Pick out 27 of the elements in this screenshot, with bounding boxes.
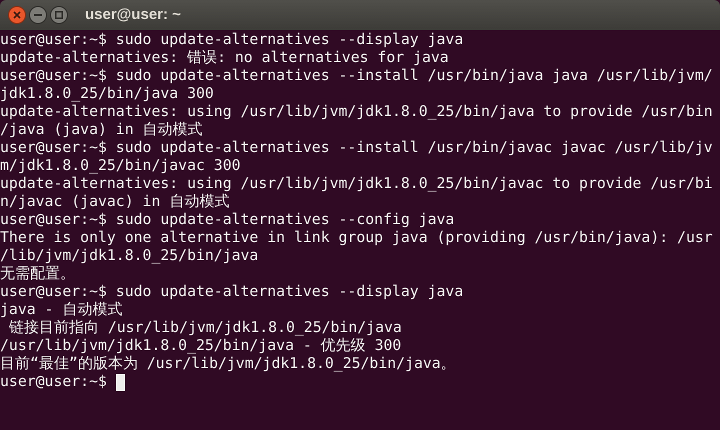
terminal-line: update-alternatives: 错误: no alternatives for java: [0, 49, 449, 67]
terminal-line: 链接目前指向 /usr/lib/jvm/jdk1.8.0_25/bin/java: [8, 319, 402, 337]
minimize-button[interactable]: [29, 6, 47, 24]
terminal-line: update-alternatives: using /usr/lib/jvm/jdk1.8.0_25/bin/java to provide /usr/bin: [0, 103, 713, 121]
terminal-line: java - 自动模式: [0, 301, 122, 319]
terminal-line: user@user:~$ sudo update-alternatives --config java: [0, 211, 454, 229]
terminal-line: jdk1.8.0_25/bin/java 300: [0, 85, 214, 103]
maximize-button[interactable]: [50, 6, 68, 24]
shell-prompt: user@user:~$: [0, 373, 107, 391]
terminal-line: n/javac (javac) in 自动模式: [0, 193, 230, 211]
terminal-line: 目前“最佳”的版本为 /usr/lib/jvm/jdk1.8.0_25/bin/java。: [0, 355, 456, 373]
terminal-line: /java (java) in 自动模式: [0, 121, 203, 139]
terminal-line: /usr/lib/jvm/jdk1.8.0_25/bin/java - 优先级 300: [0, 337, 402, 355]
close-button[interactable]: [8, 6, 26, 24]
terminal-line: user@user:~$ sudo update-alternatives --install /usr/bin/javac javac /usr/lib/jv: [0, 139, 713, 157]
terminal-line: user@user:~$ sudo update-alternatives --display java: [0, 31, 464, 49]
terminal-line: /lib/jvm/jdk1.8.0_25/bin/java: [0, 247, 258, 265]
terminal-line: update-alternatives: using /usr/lib/jvm/jdk1.8.0_25/bin/javac to provide /usr/bi: [0, 175, 713, 193]
minimize-icon: [34, 14, 42, 16]
terminal-line: user@user:~$ sudo update-alternatives --install /usr/bin/java java /usr/lib/jvm/: [0, 67, 713, 85]
terminal-line: user@user:~$ sudo update-alternatives --display java: [0, 283, 464, 301]
window-title: user@user: ~: [85, 4, 181, 25]
terminal-line: There is only one alternative in link group java (providing /usr/bin/java): /usr: [0, 229, 713, 247]
close-icon: [13, 11, 21, 19]
terminal-line: 无需配置。: [0, 265, 75, 283]
terminal-line: m/jdk1.8.0_25/bin/javac 300: [0, 157, 241, 175]
maximize-icon: [55, 11, 63, 19]
